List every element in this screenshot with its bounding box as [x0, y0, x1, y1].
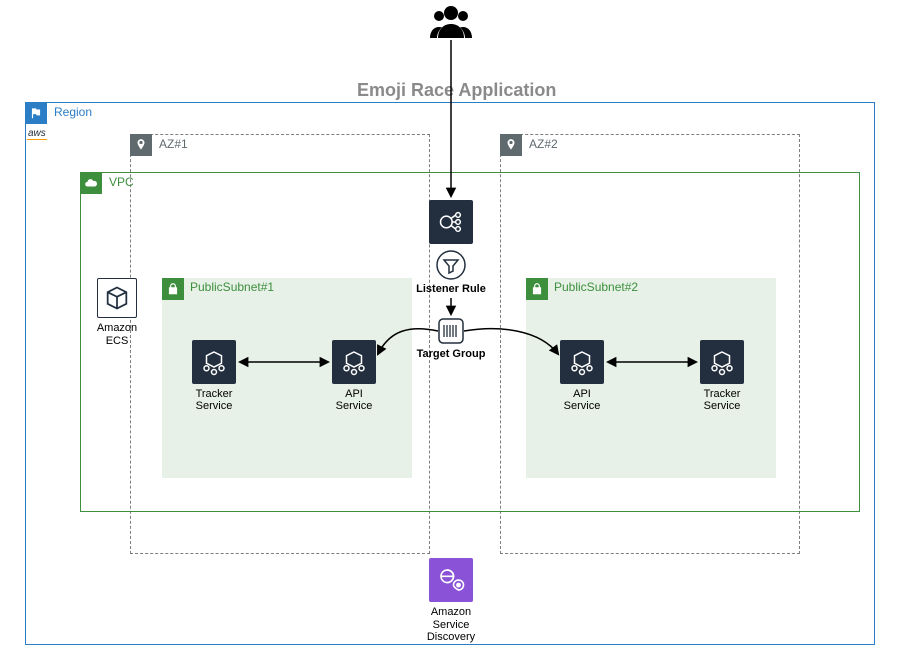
diagram-canvas: Emoji Race Application Region aws AZ#1 A…	[0, 0, 899, 668]
arrows-layer	[0, 0, 899, 668]
